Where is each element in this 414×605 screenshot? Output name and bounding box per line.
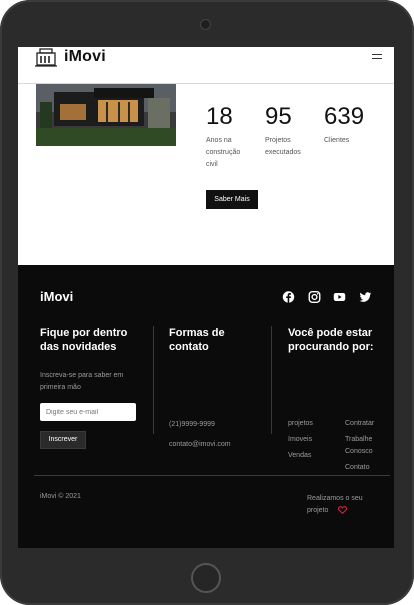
footer-link[interactable]: Contratar (345, 418, 374, 430)
navbar: iMovi (18, 47, 394, 84)
column-divider (153, 326, 154, 434)
house-photo (36, 84, 176, 146)
footer-link[interactable]: Trabalhe Conosco (345, 434, 373, 458)
contact-title: Formas de contato (169, 327, 225, 353)
column-divider (271, 326, 272, 434)
stat-years-label: Anos na construção civil (206, 137, 241, 168)
footer-link[interactable]: Vendas (288, 450, 311, 462)
home-button[interactable] (191, 563, 221, 593)
footer-link[interactable]: projetos (288, 418, 313, 430)
screen: iMovi 18 Anos na construção civil 95 Pro… (18, 47, 394, 548)
email-input[interactable] (40, 403, 136, 421)
stat-clients-number: 639 (324, 103, 365, 130)
footer-divider (34, 475, 390, 476)
twitter-icon[interactable] (359, 291, 372, 303)
stat-years-number: 18 (206, 103, 233, 130)
building-logo-icon[interactable] (35, 48, 57, 67)
heart-icon (338, 506, 347, 514)
copyright: iMovi © 2021 (40, 493, 81, 500)
saber-mais-button[interactable]: Saber Mais (206, 190, 258, 209)
facebook-icon[interactable] (282, 291, 295, 303)
subscribe-button[interactable]: Inscrever (40, 431, 86, 449)
footer-link[interactable]: Contato (345, 462, 370, 474)
footer-brand[interactable]: iMovi (40, 289, 73, 304)
stat-clients-label: Clientes (324, 137, 350, 144)
hamburger-menu-icon[interactable] (372, 54, 382, 61)
looking-for-title: Você pode estar procurando por: (288, 327, 374, 353)
footer: iMovi Fique por dentro das novidades Ins… (18, 265, 394, 548)
newsletter-title: Fique por dentro das novidades (40, 327, 128, 353)
contact-email[interactable]: contato@imovi.com (169, 439, 231, 451)
camera-icon (201, 20, 210, 29)
tablet-frame: iMovi 18 Anos na construção civil 95 Pro… (0, 0, 414, 605)
footer-link[interactable]: Imoveis (288, 434, 312, 446)
contact-phone[interactable]: (21)9999-9999 (169, 419, 215, 431)
brand-name[interactable]: iMovi (64, 48, 106, 66)
newsletter-description: Inscreva-se para saber em primeira mão (40, 372, 124, 391)
made-with-text: Realizamos o seu projeto (307, 495, 363, 514)
instagram-icon[interactable] (308, 291, 321, 303)
youtube-icon[interactable] (333, 291, 346, 303)
stat-projects-number: 95 (265, 103, 292, 130)
stat-projects-label: Projetos executados (265, 137, 301, 156)
